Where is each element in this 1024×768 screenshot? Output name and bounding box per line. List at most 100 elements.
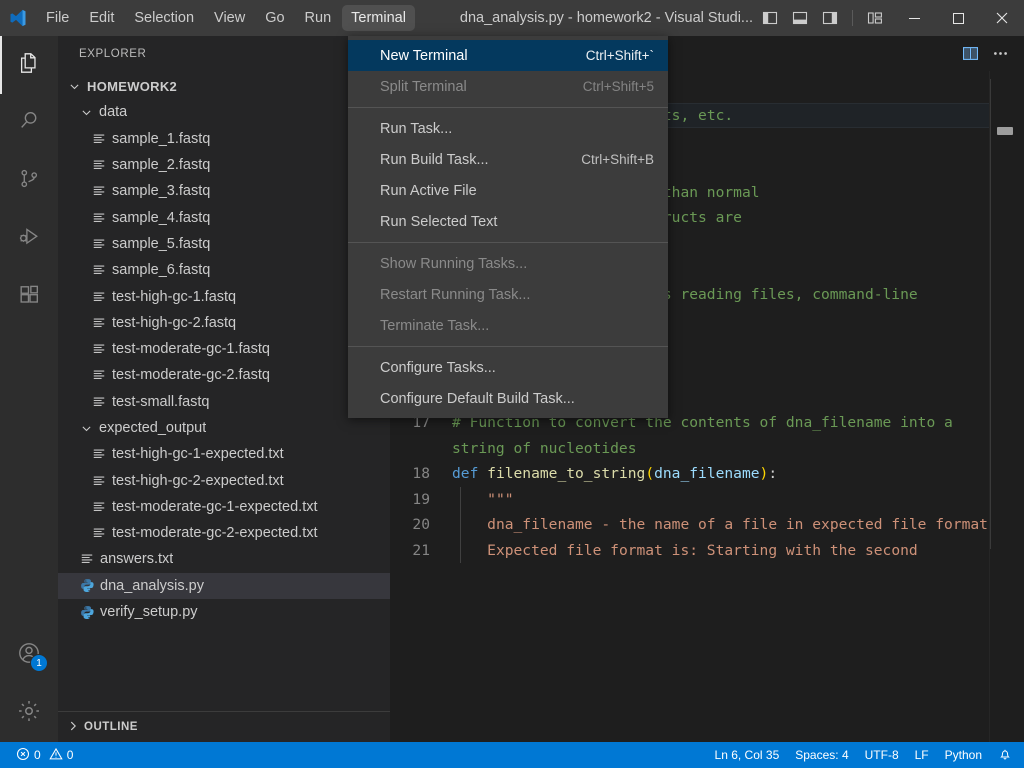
activitybar-item-manage[interactable] bbox=[0, 684, 58, 742]
menu-bar: File Edit Selection View Go Run Terminal bbox=[36, 0, 416, 36]
bell-icon bbox=[998, 747, 1012, 764]
tree-file-test-moderate-gc-1.fastq[interactable]: test-moderate-gc-1.fastq bbox=[58, 336, 390, 362]
menu-item-shortcut: Ctrl+Shift+` bbox=[570, 48, 654, 63]
tree-root-homework2[interactable]: HOMEWORK2 bbox=[58, 73, 390, 99]
menu-go[interactable]: Go bbox=[256, 5, 293, 31]
split-editor-right-icon[interactable] bbox=[956, 40, 984, 68]
tree-file-sample_4.fastq[interactable]: sample_4.fastq bbox=[58, 204, 390, 230]
tree-file-sample_5.fastq[interactable]: sample_5.fastq bbox=[58, 231, 390, 257]
maximize-button[interactable] bbox=[936, 0, 980, 36]
menu-view[interactable]: View bbox=[205, 5, 254, 31]
menu-terminal[interactable]: Terminal bbox=[342, 5, 415, 31]
minimize-button[interactable] bbox=[892, 0, 936, 36]
tree-item-label: test-moderate-gc-2.fastq bbox=[112, 367, 270, 383]
tree-file-test-high-gc-2.fastq[interactable]: test-high-gc-2.fastq bbox=[58, 310, 390, 336]
tree-item-label: test-moderate-gc-2-expected.txt bbox=[112, 525, 318, 541]
tree-folder-data[interactable]: data bbox=[58, 99, 390, 125]
tree-file-test-small.fastq[interactable]: test-small.fastq bbox=[58, 389, 390, 415]
tree-file-verify_setup.py[interactable]: verify_setup.py bbox=[58, 599, 390, 625]
menu-item-label: Restart Running Task... bbox=[380, 287, 654, 303]
customize-layout-icon[interactable] bbox=[862, 5, 888, 31]
menu-item-new-terminal[interactable]: New TerminalCtrl+Shift+` bbox=[348, 40, 668, 71]
code-line[interactable]: 20 dna_filename - the name of a file in … bbox=[390, 512, 1024, 538]
text-file-icon bbox=[90, 395, 108, 409]
menu-item-label: Run Build Task... bbox=[380, 152, 565, 168]
tree-file-test-moderate-gc-2-expected.txt[interactable]: test-moderate-gc-2-expected.txt bbox=[58, 520, 390, 546]
toggle-secondary-sidebar-icon[interactable] bbox=[817, 5, 843, 31]
tree-item-label: dna_analysis.py bbox=[100, 578, 204, 594]
tree-file-dna_analysis.py[interactable]: dna_analysis.py bbox=[58, 573, 390, 599]
outline-section-header[interactable]: OUTLINE bbox=[58, 711, 390, 742]
text-file-icon bbox=[90, 368, 108, 382]
text-file-icon bbox=[90, 474, 108, 488]
file-tree[interactable]: HOMEWORK2datasample_1.fastqsample_2.fast… bbox=[58, 71, 390, 711]
tree-file-test-high-gc-1-expected.txt[interactable]: test-high-gc-1-expected.txt bbox=[58, 441, 390, 467]
menu-item-label: Run Task... bbox=[380, 121, 654, 137]
tree-file-sample_1.fastq[interactable]: sample_1.fastq bbox=[58, 126, 390, 152]
sidebar-title: EXPLORER bbox=[58, 36, 390, 71]
tree-file-test-high-gc-2-expected.txt[interactable]: test-high-gc-2-expected.txt bbox=[58, 467, 390, 493]
menu-item-split-terminal: Split TerminalCtrl+Shift+5 bbox=[348, 71, 668, 102]
status-editor-language[interactable]: Python bbox=[937, 742, 990, 768]
tree-file-test-moderate-gc-2.fastq[interactable]: test-moderate-gc-2.fastq bbox=[58, 362, 390, 388]
status-editor-eol[interactable]: LF bbox=[907, 742, 937, 768]
status-notifications[interactable] bbox=[990, 742, 1020, 768]
menu-separator bbox=[348, 346, 668, 347]
tree-folder-expected_output[interactable]: expected_output bbox=[58, 415, 390, 441]
line-number: 21 bbox=[390, 538, 452, 564]
activitybar-item-extensions[interactable] bbox=[0, 268, 58, 326]
menu-item-run-build-task[interactable]: Run Build Task...Ctrl+Shift+B bbox=[348, 144, 668, 175]
menu-selection[interactable]: Selection bbox=[125, 5, 203, 31]
toggle-primary-sidebar-icon[interactable] bbox=[757, 5, 783, 31]
tree-item-label: test-high-gc-1.fastq bbox=[112, 289, 236, 305]
indent-guide bbox=[460, 538, 461, 564]
tree-item-label: test-moderate-gc-1-expected.txt bbox=[112, 499, 318, 515]
text-file-icon bbox=[90, 290, 108, 304]
more-actions-icon[interactable] bbox=[986, 40, 1014, 68]
activitybar-item-accounts[interactable]: 1 bbox=[0, 626, 58, 684]
title-bar: File Edit Selection View Go Run Terminal… bbox=[0, 0, 1024, 36]
menu-file[interactable]: File bbox=[37, 5, 78, 31]
minimap-slider[interactable] bbox=[990, 79, 1024, 549]
status-problems[interactable]: 0 0 bbox=[8, 742, 81, 768]
menu-item-configure-tasks[interactable]: Configure Tasks... bbox=[348, 352, 668, 383]
menu-item-run-active-file[interactable]: Run Active File bbox=[348, 175, 668, 206]
tree-item-label: test-moderate-gc-1.fastq bbox=[112, 341, 270, 357]
tree-item-label: sample_5.fastq bbox=[112, 236, 210, 252]
menu-item-label: Run Active File bbox=[380, 183, 654, 199]
code-line[interactable]: 18def filename_to_string(dna_filename): bbox=[390, 461, 1024, 487]
status-editor-position[interactable]: Ln 6, Col 35 bbox=[707, 742, 788, 768]
menu-item-run-task[interactable]: Run Task... bbox=[348, 113, 668, 144]
tree-file-test-moderate-gc-1-expected.txt[interactable]: test-moderate-gc-1-expected.txt bbox=[58, 494, 390, 520]
tree-file-test-high-gc-1.fastq[interactable]: test-high-gc-1.fastq bbox=[58, 283, 390, 309]
tree-file-answers.txt[interactable]: answers.txt bbox=[58, 546, 390, 572]
text-file-icon bbox=[90, 211, 108, 225]
activitybar-item-source-control[interactable] bbox=[0, 152, 58, 210]
editor-minimap[interactable] bbox=[989, 71, 1024, 742]
menu-item-label: Run Selected Text bbox=[380, 214, 654, 230]
code-line[interactable]: 21 Expected file format is: Starting wit… bbox=[390, 538, 1024, 564]
tree-item-label: sample_4.fastq bbox=[112, 210, 210, 226]
tree-item-label: test-high-gc-2-expected.txt bbox=[112, 473, 284, 489]
menu-item-run-selected-text[interactable]: Run Selected Text bbox=[348, 206, 668, 237]
code-token: """ bbox=[452, 491, 514, 508]
close-button[interactable] bbox=[980, 0, 1024, 36]
activitybar-item-run-and-debug[interactable] bbox=[0, 210, 58, 268]
activitybar-item-search[interactable] bbox=[0, 94, 58, 152]
menu-item-configure-default-build-task[interactable]: Configure Default Build Task... bbox=[348, 383, 668, 414]
status-bar: 0 0 Ln 6, Col 35 Spaces: 4 UTF-8 LF Pyth… bbox=[0, 742, 1024, 768]
activitybar-item-explorer[interactable] bbox=[0, 36, 58, 94]
menu-item-restart-running-task: Restart Running Task... bbox=[348, 279, 668, 310]
status-editor-encoding[interactable]: UTF-8 bbox=[857, 742, 907, 768]
vscode-window: File Edit Selection View Go Run Terminal… bbox=[0, 0, 1024, 768]
terminal-menu-dropdown[interactable]: New TerminalCtrl+Shift+`Split TerminalCt… bbox=[348, 36, 668, 418]
tree-file-sample_6.fastq[interactable]: sample_6.fastq bbox=[58, 257, 390, 283]
menu-edit[interactable]: Edit bbox=[80, 5, 123, 31]
status-editor-indentation[interactable]: Spaces: 4 bbox=[787, 742, 856, 768]
tree-file-sample_2.fastq[interactable]: sample_2.fastq bbox=[58, 152, 390, 178]
menu-run[interactable]: Run bbox=[296, 5, 341, 31]
code-line[interactable]: 19 """ bbox=[390, 487, 1024, 513]
code-line-text: def filename_to_string(dna_filename): bbox=[452, 461, 1024, 487]
toggle-panel-icon[interactable] bbox=[787, 5, 813, 31]
tree-file-sample_3.fastq[interactable]: sample_3.fastq bbox=[58, 178, 390, 204]
